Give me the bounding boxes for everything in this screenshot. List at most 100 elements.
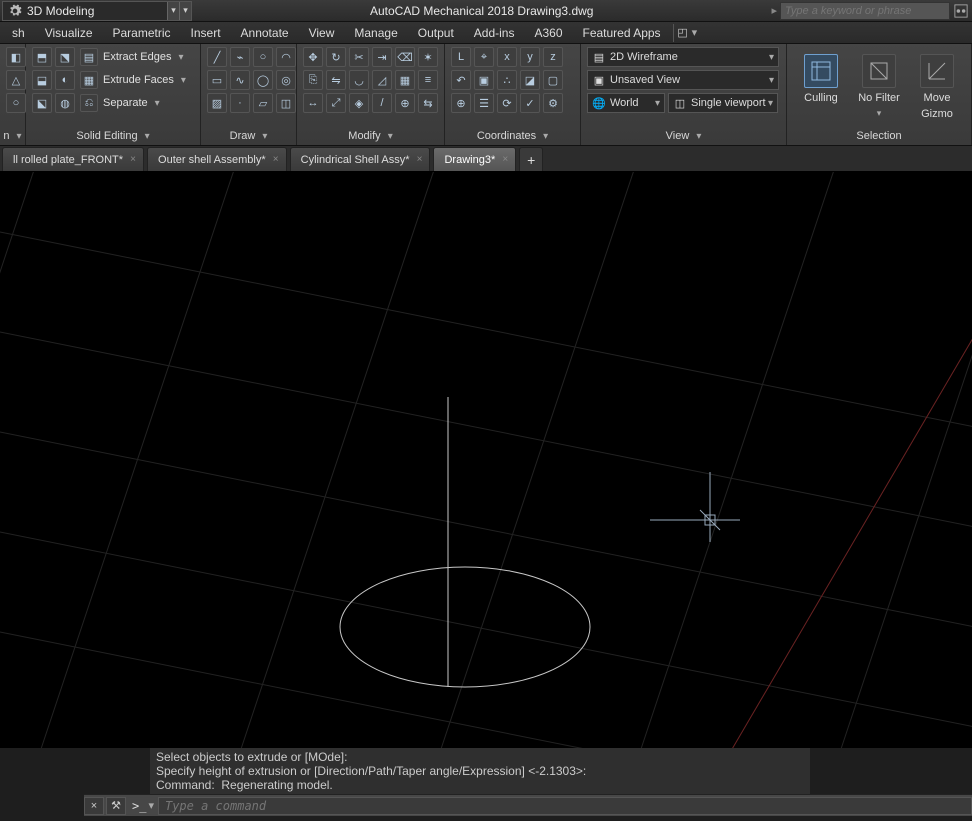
panel-title-modify[interactable]: Modify: [303, 127, 438, 145]
expand-ribbon-arrow[interactable]: ▾: [692, 26, 698, 39]
mesh-box-icon[interactable]: ◧: [6, 47, 26, 67]
close-icon[interactable]: ×: [127, 153, 139, 165]
visual-style-select[interactable]: ▤ 2D Wireframe ▾: [587, 47, 779, 67]
ucs-x-icon[interactable]: x: [497, 47, 517, 67]
new-tab-button[interactable]: +: [519, 147, 543, 171]
extract-edges-button[interactable]: ▤Extract Edges: [78, 47, 186, 67]
close-icon[interactable]: ×: [413, 153, 425, 165]
workspace-dropdown-arrow[interactable]: ▾: [167, 2, 179, 20]
ucs-face-icon[interactable]: ▣: [474, 70, 494, 90]
circle-icon[interactable]: ○: [253, 47, 273, 67]
menu-item[interactable]: Add-ins: [464, 23, 525, 43]
menu-item[interactable]: sh: [2, 23, 35, 43]
menu-item[interactable]: Annotate: [231, 23, 299, 43]
doc-tab[interactable]: Cylindrical Shell Assy*×: [290, 147, 431, 171]
ucs-view-icon[interactable]: ▢: [543, 70, 563, 90]
intersect-icon[interactable]: ⬕: [32, 93, 52, 113]
ucs-prev-icon[interactable]: ↶: [451, 70, 471, 90]
mesh-cone-icon[interactable]: △: [6, 70, 26, 90]
interfere-icon[interactable]: ⬔: [55, 47, 75, 67]
break-icon[interactable]: /: [372, 93, 392, 113]
thicken-icon[interactable]: ◍: [55, 93, 75, 113]
view-name-select[interactable]: ▣ Unsaved View ▾: [587, 70, 779, 90]
doc-tab[interactable]: Outer shell Assembly*×: [147, 147, 287, 171]
menu-item[interactable]: Visualize: [35, 23, 103, 43]
command-input[interactable]: [158, 797, 972, 815]
ellipse-icon[interactable]: ◯: [253, 70, 273, 90]
menu-item[interactable]: Insert: [181, 23, 231, 43]
offset-icon[interactable]: ◈: [349, 93, 369, 113]
line-icon[interactable]: ╱: [207, 47, 227, 67]
ucs-origin-icon[interactable]: ⌖: [474, 47, 494, 67]
hatch-icon[interactable]: ▨: [207, 93, 227, 113]
spline-icon[interactable]: ∿: [230, 70, 250, 90]
mesh-sphere-icon[interactable]: ○: [6, 93, 26, 113]
panel-title-view[interactable]: View: [587, 127, 780, 145]
polyline-icon[interactable]: ⌁: [230, 47, 250, 67]
donut-icon[interactable]: ◎: [276, 70, 296, 90]
doc-tab-active[interactable]: Drawing3*×: [433, 147, 516, 171]
explode-icon[interactable]: ✶: [418, 47, 438, 67]
ucs-z-icon[interactable]: z: [543, 47, 563, 67]
chamfer-icon[interactable]: ◿: [372, 70, 392, 90]
close-icon[interactable]: ×: [270, 153, 282, 165]
no-filter-button[interactable]: No Filter ▾: [855, 48, 903, 126]
stretch-icon[interactable]: ↔: [303, 93, 323, 113]
menu-item[interactable]: Output: [408, 23, 464, 43]
point-icon[interactable]: ·: [230, 93, 250, 113]
workspace-switcher[interactable]: 3D Modeling ▾ ▾: [2, 1, 192, 21]
mirror-icon[interactable]: ⇋: [326, 70, 346, 90]
ucs-named-icon[interactable]: ☰: [474, 93, 494, 113]
model-viewport[interactable]: [0, 172, 972, 748]
trim-icon[interactable]: ✂: [349, 47, 369, 67]
region-icon[interactable]: ▱: [253, 93, 273, 113]
culling-button[interactable]: Culling: [797, 48, 845, 126]
ucs-rotate-icon[interactable]: ⟳: [497, 93, 517, 113]
copy-icon[interactable]: ⎘: [303, 70, 323, 90]
move-icon[interactable]: ✥: [303, 47, 323, 67]
ucs-object-icon[interactable]: ◪: [520, 70, 540, 90]
union-icon[interactable]: ⬒: [32, 47, 52, 67]
rotate-icon[interactable]: ↻: [326, 47, 346, 67]
ucs-icon[interactable]: L: [451, 47, 471, 67]
ucs-world-icon[interactable]: ⊕: [451, 93, 471, 113]
menu-item[interactable]: A360: [524, 23, 572, 43]
align-icon[interactable]: ≡: [418, 70, 438, 90]
extend-icon[interactable]: ⇥: [372, 47, 392, 67]
separate-button[interactable]: ⎌Separate: [78, 93, 162, 113]
erase-icon[interactable]: ⌫: [395, 47, 415, 67]
panel-title-solid-editing[interactable]: Solid Editing: [32, 127, 194, 145]
scale-icon[interactable]: ⤢: [326, 93, 346, 113]
menu-item[interactable]: View: [299, 23, 345, 43]
panel-title-coordinates[interactable]: Coordinates: [451, 127, 574, 145]
doc-tab[interactable]: ll rolled plate_FRONT*×: [2, 147, 144, 171]
fillet-icon[interactable]: ◡: [349, 70, 369, 90]
infocenter-icon[interactable]: [950, 4, 972, 18]
wipeout-icon[interactable]: ◫: [276, 93, 296, 113]
command-close-icon[interactable]: ×: [84, 797, 104, 815]
command-customize-icon[interactable]: ⚒: [106, 797, 126, 815]
panel-title-draw[interactable]: Draw: [207, 127, 290, 145]
ucs-apply-icon[interactable]: ✓: [520, 93, 540, 113]
menu-item[interactable]: Manage: [344, 23, 407, 43]
expand-ribbon-icon[interactable]: ◰: [676, 26, 690, 39]
reverse-icon[interactable]: ⇆: [418, 93, 438, 113]
ucs-y-icon[interactable]: y: [520, 47, 540, 67]
workspace-menu-arrow[interactable]: ▾: [179, 2, 191, 20]
command-dropdown-icon[interactable]: ▾: [148, 799, 154, 812]
extrude-faces-button[interactable]: ▦Extrude Faces: [78, 70, 188, 90]
slice-icon[interactable]: ◐: [55, 70, 75, 90]
help-search-input[interactable]: [780, 2, 950, 20]
move-gizmo-button[interactable]: Move Gizmo: [913, 48, 961, 126]
menu-item[interactable]: Featured Apps: [573, 23, 671, 43]
close-icon[interactable]: ×: [499, 153, 511, 165]
menu-item[interactable]: Parametric: [103, 23, 181, 43]
subtract-icon[interactable]: ⬓: [32, 70, 52, 90]
arc-icon[interactable]: ◠: [276, 47, 296, 67]
ucs-3point-icon[interactable]: ∴: [497, 70, 517, 90]
join-icon[interactable]: ⊕: [395, 93, 415, 113]
viewport-select[interactable]: ◫ Single viewport ▾: [668, 93, 778, 113]
rectangle-icon[interactable]: ▭: [207, 70, 227, 90]
ucs-select[interactable]: 🌐 World ▾: [587, 93, 665, 113]
array-icon[interactable]: ▦: [395, 70, 415, 90]
